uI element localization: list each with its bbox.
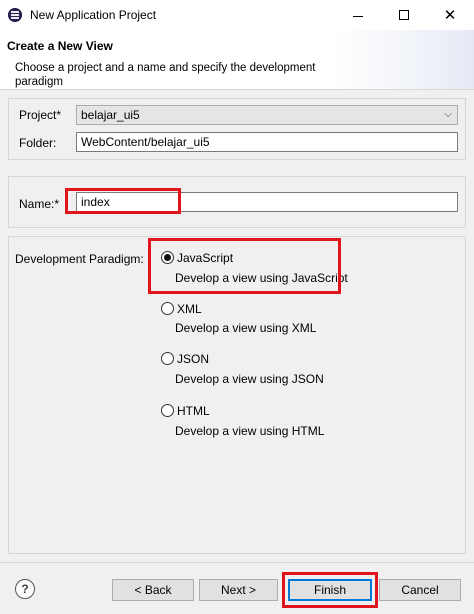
folder-input-value: WebContent/belajar_ui5 (81, 135, 210, 149)
project-label: Project* (19, 108, 62, 122)
javascript-highlight-box (148, 238, 341, 294)
radio-xml-description: Develop a view using XML (175, 321, 317, 335)
cancel-button[interactable]: Cancel (379, 579, 461, 601)
button-bar-separator (0, 562, 474, 563)
folder-input[interactable]: WebContent/belajar_ui5 (76, 132, 458, 152)
minimize-button[interactable] (338, 0, 378, 30)
eclipse-icon (8, 8, 22, 22)
close-icon: ✕ (443, 5, 457, 24)
paradigm-label: Development Paradigm: (15, 252, 144, 266)
maximize-icon (399, 10, 409, 20)
wizard-banner: Create a New View Choose a project and a… (0, 30, 474, 90)
name-label: Name:* (19, 197, 60, 211)
next-button[interactable]: Next > (199, 579, 278, 601)
project-select[interactable]: belajar_ui5 ⌵ (76, 105, 458, 125)
name-highlight-box (65, 188, 181, 214)
window-title: New Application Project (30, 8, 157, 22)
radio-xml[interactable] (161, 302, 174, 315)
radio-html-label[interactable]: HTML (177, 404, 210, 418)
radio-json-description: Develop a view using JSON (175, 372, 324, 386)
radio-json[interactable] (161, 352, 174, 365)
radio-json-label[interactable]: JSON (177, 352, 209, 366)
radio-html[interactable] (161, 404, 174, 417)
banner-decoration (334, 30, 474, 89)
page-title: Create a New View (7, 39, 113, 53)
radio-xml-label[interactable]: XML (177, 302, 202, 316)
help-icon: ? (21, 582, 29, 596)
finish-highlight-box (282, 572, 378, 608)
back-button[interactable]: < Back (112, 579, 194, 601)
close-button[interactable]: ✕ (430, 0, 470, 30)
page-description: Choose a project and a name and specify … (15, 62, 316, 88)
maximize-button[interactable] (384, 0, 424, 30)
minimize-icon (353, 15, 363, 17)
folder-label: Folder: (19, 136, 57, 150)
title-bar: New Application Project ✕ (0, 0, 474, 30)
project-select-value: belajar_ui5 (81, 108, 140, 122)
help-button[interactable]: ? (15, 579, 35, 599)
radio-html-description: Develop a view using HTML (175, 424, 325, 438)
chevron-down-icon: ⌵ (444, 109, 452, 120)
